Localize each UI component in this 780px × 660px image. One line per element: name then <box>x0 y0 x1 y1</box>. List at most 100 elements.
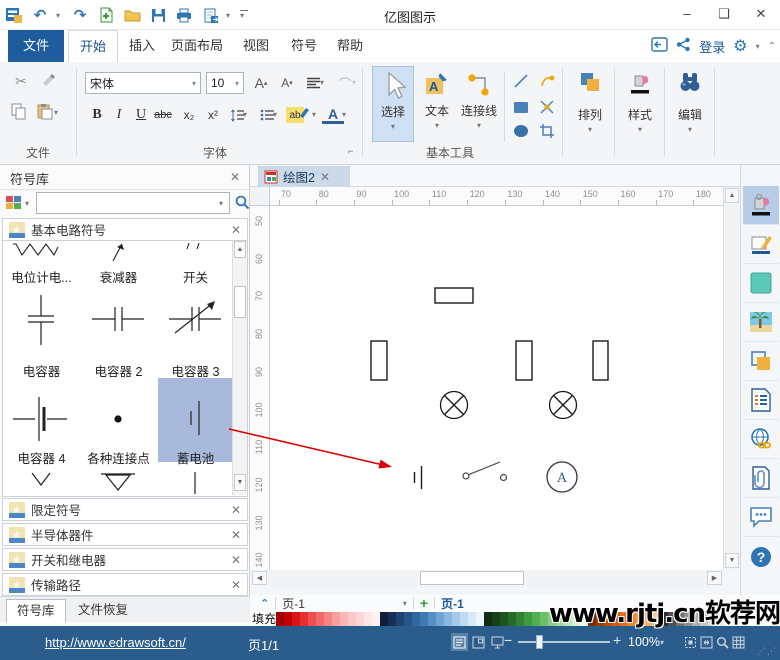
resize-grip[interactable]: ⋰⋰ <box>757 646 777 657</box>
color-swatch[interactable] <box>308 611 316 626</box>
print-icon[interactable] <box>174 5 194 25</box>
capacitor-symbols-row[interactable] <box>3 289 234 353</box>
select-tool-button[interactable]: 选择 ▾ <box>372 66 414 142</box>
cut-icon[interactable]: ✂ <box>10 70 32 92</box>
symbol-label[interactable]: 电容器 2 <box>80 361 157 380</box>
quick-color-tool[interactable] <box>743 264 779 303</box>
section-close-icon[interactable]: ✕ <box>231 578 241 592</box>
format-painter-icon[interactable] <box>38 70 60 92</box>
font-size-select[interactable]: 10 ▾ <box>206 72 244 94</box>
color-swatch[interactable] <box>332 611 340 626</box>
undo-dropdown-icon[interactable]: ▾ <box>56 11 64 20</box>
text-tool-button[interactable]: A 文本 ▾ <box>418 66 456 142</box>
library-picker-icon[interactable] <box>5 194 23 214</box>
copy-icon[interactable] <box>8 100 30 122</box>
scroll-down-icon[interactable]: ▼ <box>725 553 739 568</box>
section-switches-relays[interactable]: ★ 开关和继电器 ✕ <box>2 548 248 571</box>
arc-shape-icon[interactable] <box>536 70 558 92</box>
symbol-search-input[interactable] <box>36 192 230 214</box>
login-link[interactable]: 登录 <box>699 37 725 56</box>
zoom-region-icon[interactable] <box>714 633 731 651</box>
shape-battery[interactable] <box>413 466 423 489</box>
page-dropdown-label[interactable]: 页-1 <box>282 595 305 612</box>
color-swatch[interactable] <box>420 611 428 626</box>
scrollbar-thumb[interactable] <box>420 571 524 585</box>
symbol-label[interactable]: 蓄电池 <box>157 448 234 467</box>
color-swatch[interactable] <box>412 611 420 626</box>
export-icon[interactable] <box>651 37 668 55</box>
color-swatch[interactable] <box>460 611 468 626</box>
hyperlink-tool[interactable] <box>743 420 779 459</box>
open-folder-icon[interactable] <box>122 5 142 25</box>
tab-file[interactable]: 文件 <box>8 30 64 62</box>
color-swatch[interactable] <box>316 611 324 626</box>
color-swatch[interactable] <box>396 611 404 626</box>
color-swatch[interactable] <box>436 611 444 626</box>
scroll-down-icon[interactable]: ▼ <box>234 474 246 491</box>
color-swatch[interactable] <box>532 611 540 626</box>
color-swatch[interactable] <box>468 611 476 626</box>
zoom-level[interactable]: 100% <box>628 635 660 649</box>
scroll-left-icon[interactable]: ◀ <box>252 571 267 585</box>
section-semiconductor[interactable]: ★ 半导体器件 ✕ <box>2 523 248 546</box>
tab-symbols[interactable]: 符号 <box>284 30 324 62</box>
comment-tool[interactable] <box>743 498 779 537</box>
connector-tool-button[interactable]: 连接线 ▾ <box>458 66 500 142</box>
tab-page-layout[interactable]: 页面布局 <box>164 30 230 62</box>
shape-vrect-middle[interactable] <box>515 340 533 381</box>
collapse-ribbon-icon[interactable]: ⌃ <box>768 41 776 52</box>
color-swatch[interactable] <box>404 611 412 626</box>
paste-icon[interactable] <box>34 100 56 122</box>
align-dropdown-icon[interactable]: ▾ <box>320 78 324 87</box>
line-shape-icon[interactable] <box>510 70 532 92</box>
color-swatch[interactable] <box>300 611 308 626</box>
color-swatch[interactable] <box>484 611 492 626</box>
color-swatch[interactable] <box>380 611 388 626</box>
close-button[interactable]: ✕ <box>744 0 778 28</box>
symbol-grid-scrollbar[interactable]: ▲ ▼ <box>232 241 247 495</box>
partial-symbols-bottom[interactable] <box>3 470 234 495</box>
color-swatch[interactable] <box>284 611 292 626</box>
edit-button[interactable]: 编辑 ▾ <box>670 66 710 142</box>
symbol-label[interactable]: 各种连接点 <box>80 448 157 467</box>
line-style-tool[interactable] <box>743 225 779 264</box>
shape-rectangle[interactable] <box>434 287 474 304</box>
color-swatch[interactable] <box>276 611 284 626</box>
document-tab-close-icon[interactable]: ✕ <box>320 170 330 184</box>
panel-close-icon[interactable]: ✕ <box>230 170 240 184</box>
color-swatch[interactable] <box>324 611 332 626</box>
symbol-label[interactable]: 电容器 4 <box>3 448 80 467</box>
subscript-icon[interactable]: x₂ <box>178 104 200 126</box>
tab-symbol-library[interactable]: 符号库 <box>6 599 66 622</box>
color-swatch[interactable] <box>500 611 508 626</box>
share-icon[interactable] <box>676 37 691 55</box>
save-icon[interactable] <box>148 5 168 25</box>
undo-icon[interactable]: ↶ <box>30 5 50 25</box>
tab-help[interactable]: 帮助 <box>330 30 370 62</box>
font-color-dropdown-icon[interactable]: ▾ <box>342 110 346 119</box>
zoom-slider-track[interactable] <box>518 641 610 643</box>
symbol-label[interactable]: 开关 <box>157 267 234 286</box>
font-color-icon[interactable]: A <box>322 106 344 124</box>
section-close-icon[interactable]: ✕ <box>231 553 241 567</box>
document-tab[interactable]: 绘图2 ✕ <box>258 166 350 187</box>
symbol-label[interactable]: 电容器 3 <box>157 361 234 380</box>
help-tool[interactable]: ? <box>743 537 779 576</box>
underline-icon[interactable]: U <box>130 104 152 126</box>
tab-insert[interactable]: 插入 <box>122 30 162 62</box>
font-group-expand-icon[interactable]: ⌐ <box>348 146 353 156</box>
active-page-tab[interactable]: 页-1 <box>441 595 464 612</box>
view-split-icon[interactable] <box>470 633 487 651</box>
color-swatch[interactable] <box>476 611 484 626</box>
color-swatch[interactable] <box>340 611 348 626</box>
highlight-dropdown-icon[interactable]: ▾ <box>312 110 316 119</box>
redo-icon[interactable]: ↷ <box>70 5 90 25</box>
section-close-icon[interactable]: ✕ <box>231 528 241 542</box>
fit-page-icon[interactable] <box>698 633 715 651</box>
grow-font-icon[interactable]: A ▴ <box>250 72 272 94</box>
shape-switch[interactable] <box>462 461 508 482</box>
bullet-dropdown-icon[interactable]: ▾ <box>273 110 277 119</box>
scroll-up-icon[interactable]: ▲ <box>725 188 739 203</box>
shape-lamp-2[interactable] <box>548 390 578 420</box>
maximize-button[interactable]: ❑ <box>707 0 741 28</box>
